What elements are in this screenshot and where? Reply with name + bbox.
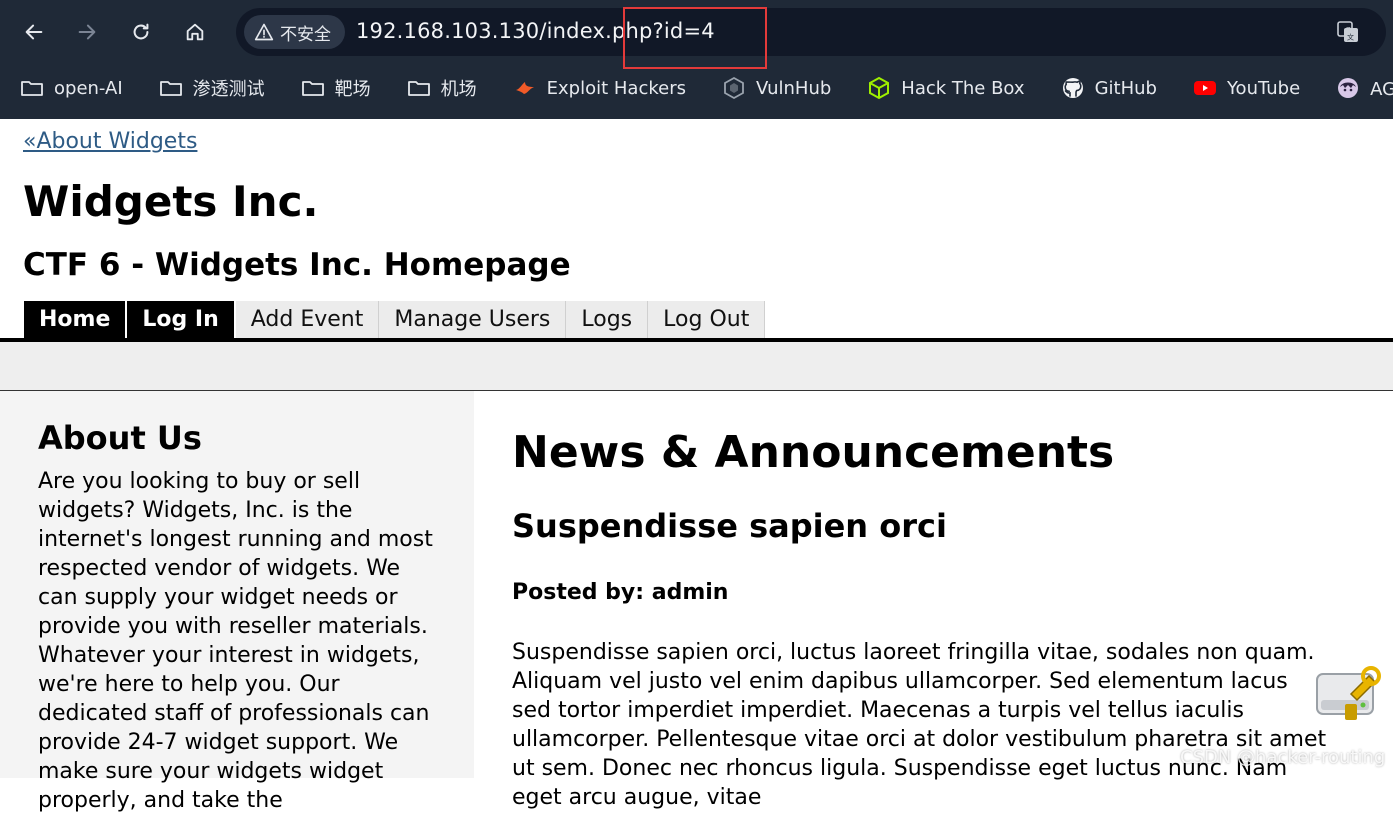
bookmarks-bar: open-AI 渗透测试 靶场 机场 Exploit Hackers VulnH… — [0, 70, 1393, 106]
bookmark-label: YouTube — [1226, 77, 1301, 99]
bookmark-github[interactable]: GitHub — [1041, 76, 1173, 100]
site-title: Widgets Inc. — [23, 177, 319, 226]
main-nav: Home Log In Add Event Manage Users Logs … — [24, 301, 766, 338]
bookmark-age-anime[interactable]: AGE动漫 — [1316, 75, 1393, 101]
nav-log-out[interactable]: Log Out — [648, 301, 766, 338]
youtube-icon — [1193, 81, 1216, 95]
news-title: News & Announcements — [512, 427, 1115, 478]
address-bar[interactable]: 不安全 192.168.103.130/index.php?id=4 G文 — [236, 8, 1386, 56]
folder-icon — [21, 81, 43, 96]
sidebar: About Us Are you looking to buy or sell … — [0, 391, 474, 813]
security-label: 不安全 — [280, 24, 331, 45]
back-button[interactable] — [18, 16, 50, 48]
web-page: «About Widgets Widgets Inc. CTF 6 - Widg… — [0, 119, 1393, 813]
post-title: Suspendisse sapien orci — [512, 507, 947, 545]
folder-icon — [301, 81, 324, 96]
browser-chrome: 不安全 192.168.103.130/index.php?id=4 G文 op… — [0, 0, 1393, 119]
reload-button[interactable] — [125, 16, 157, 48]
github-icon — [1062, 78, 1083, 98]
url-highlight-annotation — [623, 7, 767, 69]
forward-button[interactable] — [71, 16, 103, 48]
folder-icon — [407, 81, 430, 96]
svg-text:文: 文 — [1347, 33, 1354, 42]
home-button[interactable] — [179, 16, 211, 48]
nav-add-event[interactable]: Add Event — [235, 301, 380, 338]
bookmark-open-ai[interactable]: open-AI — [0, 76, 139, 100]
security-indicator[interactable]: 不安全 — [244, 15, 345, 49]
nav-log-in[interactable]: Log In — [127, 301, 236, 338]
folder-icon — [159, 81, 182, 96]
bookmark-label: Exploit Hackers — [546, 77, 686, 99]
arrow-right-icon — [78, 24, 96, 40]
about-us-text: Are you looking to buy or sell widgets? … — [38, 469, 433, 813]
nav-logs[interactable]: Logs — [566, 301, 649, 338]
bookmark-hackthebox[interactable]: Hack The Box — [847, 76, 1040, 100]
exploit-hackers-icon — [515, 82, 534, 94]
vulnhub-icon — [724, 76, 744, 100]
home-icon — [186, 23, 204, 41]
bookmark-label: GitHub — [1094, 77, 1157, 99]
bookmark-vulnhub[interactable]: VulnHub — [702, 76, 847, 100]
arrow-left-icon — [25, 24, 43, 40]
age-anime-icon — [1338, 78, 1359, 98]
bookmark-label: VulnHub — [756, 77, 832, 99]
bookmark-label: Hack The Box — [901, 77, 1025, 99]
bookmark-label: open-AI — [54, 77, 123, 99]
bookmark-label: 机场 — [440, 79, 477, 100]
main-content: News & Announcements Suspendisse sapien … — [474, 391, 1393, 810]
bookmark-label: 靶场 — [334, 79, 371, 100]
nav-manage-users[interactable]: Manage Users — [379, 301, 567, 338]
translate-icon[interactable]: G文 — [1336, 20, 1360, 44]
ctf-title: CTF 6 - Widgets Inc. Homepage — [23, 247, 571, 283]
bookmark-airport[interactable]: 机场 — [387, 75, 493, 101]
nav-home[interactable]: Home — [24, 301, 128, 338]
reload-icon — [133, 23, 149, 40]
bookmark-range[interactable]: 靶场 — [281, 75, 387, 101]
post-author: Posted by: admin — [512, 580, 729, 605]
hackthebox-icon — [869, 76, 890, 100]
about-us-title: About Us — [38, 419, 202, 457]
subheader-band — [0, 342, 1393, 391]
bookmark-exploit-hackers[interactable]: Exploit Hackers — [493, 76, 702, 100]
bookmark-label: 渗透测试 — [192, 79, 265, 100]
warning-icon — [254, 23, 274, 41]
about-widgets-link[interactable]: «About Widgets — [23, 129, 197, 154]
post-body: Suspendisse sapien orci, luctus laoreet … — [512, 640, 1327, 810]
bookmark-youtube[interactable]: YouTube — [1173, 76, 1316, 100]
watermark: CSDN @hacker-routing — [1180, 747, 1386, 768]
bookmark-pentest[interactable]: 渗透测试 — [139, 75, 281, 101]
bookmark-label: AGE动漫 — [1370, 79, 1393, 100]
drive-tools-icon[interactable] — [1313, 660, 1385, 728]
